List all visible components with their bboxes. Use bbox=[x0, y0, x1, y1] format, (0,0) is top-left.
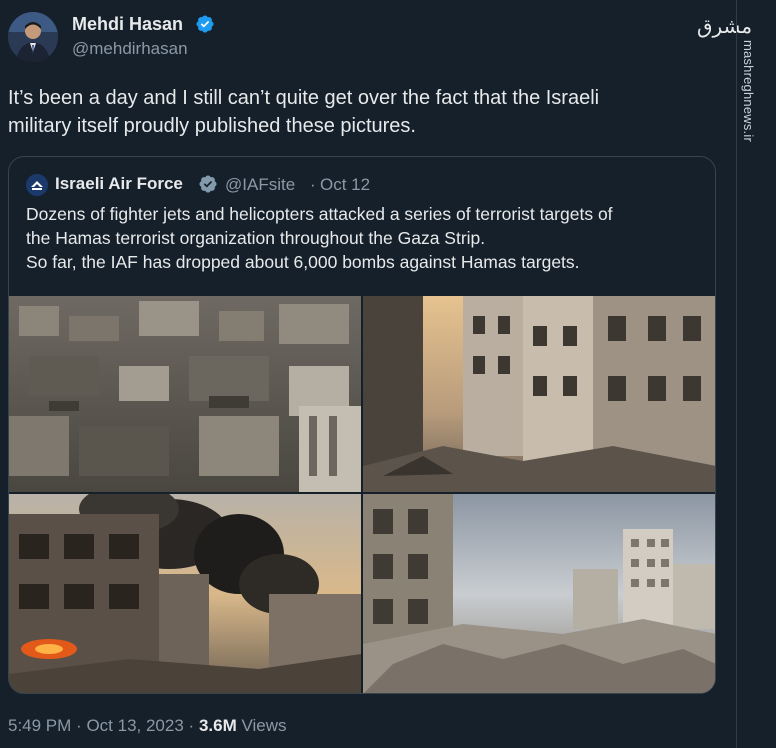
watermark-site: mashreghnews.ir bbox=[741, 40, 756, 142]
quoted-avatar[interactable] bbox=[26, 174, 48, 196]
quoted-date[interactable]: Oct 12 bbox=[320, 175, 370, 195]
tweet: Mehdi Hasan @mehdirhasan مشرق mashreghne… bbox=[0, 0, 776, 748]
verified-badge-icon bbox=[196, 15, 214, 33]
author-avatar[interactable] bbox=[8, 12, 58, 62]
author-handle[interactable]: @mehdirhasan bbox=[72, 39, 188, 59]
watermark-logo: مشرق bbox=[697, 14, 753, 38]
quoted-text-line: So far, the IAF has dropped about 6,000 … bbox=[26, 252, 580, 272]
views-count[interactable]: 3.6M bbox=[199, 716, 237, 735]
tweet-date[interactable]: Oct 13, 2023 bbox=[86, 716, 183, 735]
verified-badge-icon bbox=[199, 175, 217, 193]
quoted-text: Dozens of fighter jets and helicopters a… bbox=[26, 202, 706, 274]
separator-dot: · bbox=[188, 716, 195, 735]
photo-aerial-destruction[interactable] bbox=[9, 296, 361, 492]
tweet-meta: 5:49 PM · Oct 13, 2023 · 3.6M Views bbox=[8, 716, 287, 736]
tweet-text-line: military itself proudly published these … bbox=[8, 115, 416, 137]
separator-dot: · bbox=[76, 716, 82, 735]
tweet-text-line: It’s been a day and I still can’t quite … bbox=[8, 87, 600, 109]
quoted-handle[interactable]: @IAFsite bbox=[225, 175, 295, 195]
quoted-tweet[interactable]: Israeli Air Force @IAFsite · Oct 12 Doze… bbox=[8, 156, 716, 694]
photo-damaged-street[interactable] bbox=[363, 296, 715, 492]
separator-dot: · bbox=[310, 175, 316, 194]
tweet-time[interactable]: 5:49 PM bbox=[8, 716, 71, 735]
quoted-text-line: Dozens of fighter jets and helicopters a… bbox=[26, 204, 613, 224]
photo-burning-building[interactable] bbox=[9, 494, 361, 693]
divider bbox=[736, 0, 737, 748]
tweet-text: It’s been a day and I still can’t quite … bbox=[8, 84, 708, 140]
quoted-text-line: the Hamas terrorist organization through… bbox=[26, 228, 486, 248]
author-name[interactable]: Mehdi Hasan bbox=[72, 14, 183, 35]
quoted-author-name[interactable]: Israeli Air Force bbox=[55, 174, 183, 194]
photo-rubble-field[interactable] bbox=[363, 494, 715, 693]
views-label: Views bbox=[241, 716, 287, 735]
